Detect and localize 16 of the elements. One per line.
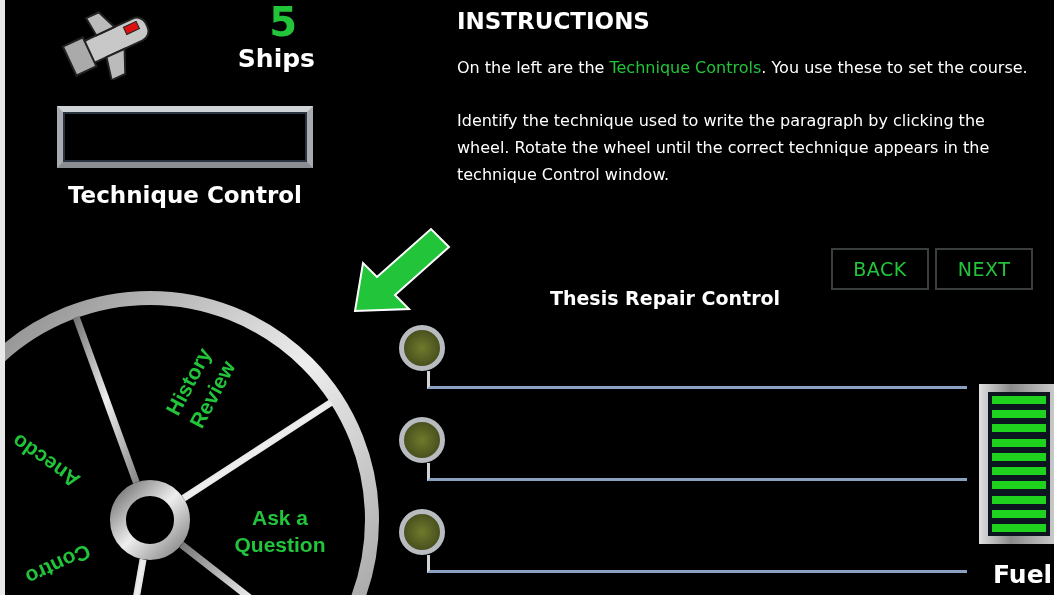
instructions-text: Identify the technique used to write the paragraph by clicking the wheel. Rotate the wheel until the correct technique appears in the technique Control window. (457, 110, 991, 186)
nav-button[interactable]: BACK (831, 248, 929, 290)
thesis-repair-title: Thesis Repair Control (550, 287, 781, 309)
instructions-text: On the left are the Technique Controls. You use these to set the course. (457, 57, 1029, 79)
ships-label: Ships (237, 44, 315, 74)
wheel-label: Ask a Question (234, 506, 326, 556)
wheel-label: Contro (22, 539, 95, 590)
instructions-title: INSTRUCTIONS (457, 8, 651, 34)
slot-knob[interactable] (399, 325, 445, 371)
slot-knob[interactable] (399, 417, 445, 463)
slot-knob[interactable] (399, 509, 445, 555)
technique-control-label: Technique Control (68, 182, 302, 208)
ship-count: 5 (269, 0, 298, 44)
fuel-label: Fuel (993, 560, 1053, 589)
arrow-icon (353, 225, 453, 315)
nav-button[interactable]: NEXT (935, 248, 1033, 290)
